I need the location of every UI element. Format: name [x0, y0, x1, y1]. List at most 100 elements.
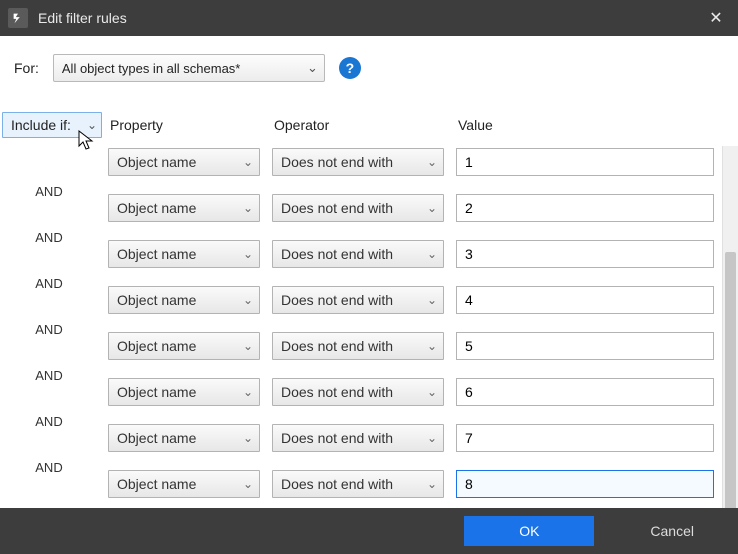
chevron-down-icon: ⌄ [243, 247, 253, 261]
chevron-down-icon: ⌄ [243, 155, 253, 169]
window-close-button[interactable]: ✕ [702, 4, 730, 32]
include-cell: Include if: ⌄ [0, 112, 108, 138]
chevron-down-icon: ⌄ [427, 293, 437, 307]
property-value: Object name [117, 292, 196, 308]
and-join-label: AND [0, 264, 108, 291]
operator-value: Does not end with [281, 338, 393, 354]
rules-body: Object name⌄Does not end with⌄ANDObject … [0, 140, 738, 508]
value-input[interactable] [456, 194, 714, 222]
property-select[interactable]: Object name ⌄ [108, 470, 260, 498]
operator-select[interactable]: Does not end with ⌄ [272, 148, 444, 176]
property-select[interactable]: Object name ⌄ [108, 332, 260, 360]
value-input[interactable] [456, 286, 714, 314]
and-join-label [0, 148, 108, 160]
value-header: Value [456, 117, 714, 133]
for-scope-value: All object types in all schemas* [62, 61, 240, 76]
operator-value: Does not end with [281, 384, 393, 400]
dialog-footer: OK Cancel [0, 508, 738, 554]
value-input[interactable] [456, 378, 714, 406]
operator-select[interactable]: Does not end with ⌄ [272, 240, 444, 268]
operator-select[interactable]: Does not end with ⌄ [272, 332, 444, 360]
chevron-down-icon: ⌄ [243, 201, 253, 215]
chevron-down-icon: ⌄ [307, 60, 318, 76]
operator-value: Does not end with [281, 430, 393, 446]
property-value: Object name [117, 200, 196, 216]
chevron-down-icon: ⌄ [427, 339, 437, 353]
rule-row: ANDObject name⌄Does not end with⌄ [0, 186, 738, 232]
operator-select[interactable]: Does not end with ⌄ [272, 378, 444, 406]
property-select[interactable]: Object name ⌄ [108, 240, 260, 268]
value-input[interactable] [456, 148, 714, 176]
operator-select[interactable]: Does not end with ⌄ [272, 194, 444, 222]
rule-row: ANDObject name⌄Does not end with⌄ [0, 416, 738, 462]
operator-select[interactable]: Does not end with ⌄ [272, 286, 444, 314]
chevron-down-icon: ⌄ [427, 431, 437, 445]
app-icon [8, 8, 28, 28]
app-logo-icon [11, 11, 25, 25]
and-join-label: AND [0, 402, 108, 429]
property-select[interactable]: Object name ⌄ [108, 424, 260, 452]
rule-row: ANDObject name⌄Does not end with⌄ [0, 232, 738, 278]
property-value: Object name [117, 246, 196, 262]
property-select[interactable]: Object name ⌄ [108, 194, 260, 222]
chevron-down-icon: ⌄ [427, 247, 437, 261]
property-value: Object name [117, 338, 196, 354]
value-input[interactable] [456, 470, 714, 498]
include-mode-select[interactable]: Include if: ⌄ [2, 112, 102, 138]
and-join-label: AND [0, 310, 108, 337]
chevron-down-icon: ⌄ [427, 201, 437, 215]
help-button[interactable]: ? [339, 57, 361, 79]
for-label: For: [14, 60, 39, 76]
rule-row: Object name ⌄ Does not end with ⌄ [0, 140, 738, 186]
chevron-down-icon: ⌄ [243, 385, 253, 399]
scope-row: For: All object types in all schemas* ⌄ … [0, 36, 738, 88]
help-icon: ? [346, 60, 355, 76]
and-join-label: AND [0, 356, 108, 383]
rules-area: Include if: ⌄ Property Operator Value Ob… [0, 110, 738, 516]
close-icon: ✕ [709, 8, 722, 28]
property-header: Property [108, 117, 272, 133]
property-select[interactable]: Object name ⌄ [108, 286, 260, 314]
and-join-label: AND [0, 172, 108, 199]
operator-value: Does not end with [281, 154, 393, 170]
chevron-down-icon: ⌄ [427, 477, 437, 491]
and-join-label: AND [0, 218, 108, 245]
operator-value: Does not end with [281, 292, 393, 308]
for-scope-select[interactable]: All object types in all schemas* ⌄ [53, 54, 325, 82]
rule-row: ANDObject name⌄Does not end with⌄ [0, 370, 738, 416]
chevron-down-icon: ⌄ [243, 477, 253, 491]
rule-row: ANDObject name⌄Does not end with⌄ [0, 278, 738, 324]
dialog-title: Edit filter rules [38, 10, 702, 26]
property-select[interactable]: Object name ⌄ [108, 378, 260, 406]
operator-value: Does not end with [281, 200, 393, 216]
operator-value: Does not end with [281, 476, 393, 492]
value-input[interactable] [456, 332, 714, 360]
value-input[interactable] [456, 424, 714, 452]
title-bar: Edit filter rules ✕ [0, 0, 738, 36]
scrollbar-thumb[interactable] [725, 252, 736, 516]
operator-value: Does not end with [281, 246, 393, 262]
chevron-down-icon: ⌄ [243, 339, 253, 353]
rules-header-row: Include if: ⌄ Property Operator Value [0, 110, 738, 140]
property-value: Object name [117, 476, 196, 492]
operator-select[interactable]: Does not end with ⌄ [272, 424, 444, 452]
value-input[interactable] [456, 240, 714, 268]
operator-select[interactable]: Does not end with ⌄ [272, 470, 444, 498]
property-value: Object name [117, 384, 196, 400]
ok-button[interactable]: OK [464, 516, 594, 546]
scrollbar[interactable] [722, 146, 738, 516]
rule-row: ANDObject name⌄Does not end with⌄ [0, 324, 738, 370]
rule-row: ANDObject name⌄Does not end with⌄ [0, 462, 738, 508]
chevron-down-icon: ⌄ [243, 293, 253, 307]
and-join-label: AND [0, 448, 108, 475]
chevron-down-icon: ⌄ [87, 118, 97, 132]
include-mode-label: Include if: [11, 117, 71, 133]
cancel-button[interactable]: Cancel [640, 517, 704, 545]
chevron-down-icon: ⌄ [243, 431, 253, 445]
property-value: Object name [117, 430, 196, 446]
property-value: Object name [117, 154, 196, 170]
chevron-down-icon: ⌄ [427, 155, 437, 169]
property-select[interactable]: Object name ⌄ [108, 148, 260, 176]
chevron-down-icon: ⌄ [427, 385, 437, 399]
operator-header: Operator [272, 117, 456, 133]
